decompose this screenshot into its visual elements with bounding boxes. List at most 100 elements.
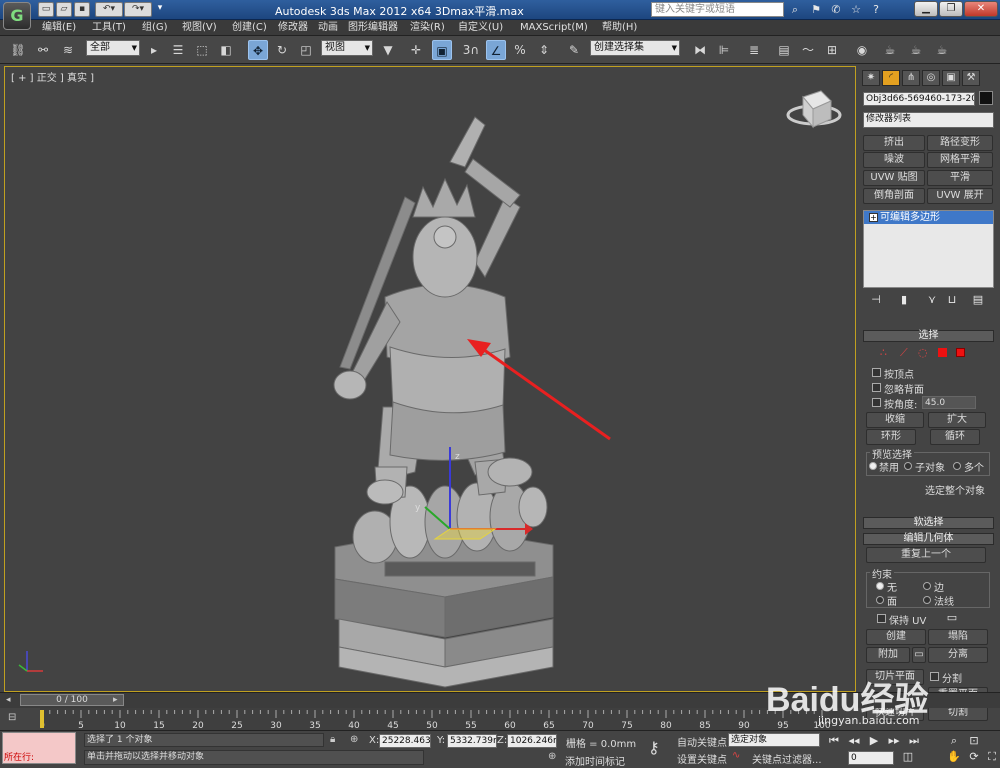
unlink-icon[interactable]: ⚯ [33, 40, 53, 60]
meshsmooth-button[interactable]: 网格平滑 [927, 152, 993, 168]
remove-modifier-icon[interactable]: ⊔ [944, 292, 960, 307]
split-checkbox[interactable] [930, 672, 939, 681]
select-by-name-icon[interactable]: ☰ [168, 40, 188, 60]
stack-item-editable-poly[interactable]: 可编辑多边形 [864, 211, 993, 224]
absolute-mode-icon[interactable]: ⊕ [350, 734, 358, 745]
render-production-icon[interactable]: ☕ [932, 40, 952, 60]
help-icon[interactable]: ? [868, 2, 884, 17]
keyboard-shortcut-toggle-icon[interactable]: ▣ [432, 40, 452, 60]
viewport-perspective[interactable]: [ + ] 正交 ] 真实 ] z y [4, 66, 856, 692]
lock-selection-icon[interactable]: 🔒︎ [330, 734, 335, 745]
menu-tools[interactable]: 工具(T) [92, 20, 126, 36]
path-deform-button[interactable]: 路径变形 [927, 135, 993, 151]
noise-button[interactable]: 噪波 [863, 152, 925, 168]
named-selection-dropdown[interactable]: 创建选择集 [590, 40, 680, 56]
align-icon[interactable]: ⊫ [714, 40, 734, 60]
restore-button[interactable]: ❐ [939, 1, 963, 17]
attach-settings-icon[interactable]: ▭ [912, 647, 926, 663]
edit-geometry-rollout[interactable]: 编辑几何体 [863, 533, 994, 545]
utilities-tab-icon[interactable]: ⚒ [962, 70, 980, 86]
pivot-center-icon[interactable]: ▼ [378, 40, 398, 60]
edit-named-selection-icon[interactable]: ✎ [564, 40, 584, 60]
prev-frame-icon[interactable]: ◂◂ [846, 733, 862, 748]
preview-disabled-radio[interactable] [869, 462, 877, 470]
render-setup-icon[interactable]: ☕ [880, 40, 900, 60]
menu-maxscript[interactable]: MAXScript(M) [520, 20, 588, 36]
subobject-border-icon[interactable]: ◌ [918, 346, 928, 359]
soft-selection-rollout[interactable]: 软选择 [863, 517, 994, 529]
unwrap-uvw-button[interactable]: UVW 展开 [927, 188, 993, 204]
menu-rendering[interactable]: 渲染(R) [410, 20, 445, 36]
menu-modifiers[interactable]: 修改器 [278, 20, 308, 36]
modifier-list-dropdown[interactable]: 修改器列表 [863, 112, 994, 128]
maximize-viewport-icon[interactable]: ⛶ [984, 749, 1000, 764]
undo-icon[interactable]: ↶▾ [95, 2, 123, 17]
bevel-profile-button[interactable]: 倒角剖面 [863, 188, 925, 204]
rendered-frame-icon[interactable]: ☕ [906, 40, 926, 60]
subobject-polygon-icon[interactable] [938, 348, 947, 357]
track-bar-toggle-icon[interactable]: ⊟ [8, 712, 30, 726]
selection-rollout[interactable]: 选择 [863, 330, 994, 342]
make-unique-icon[interactable]: ⋎ [924, 292, 940, 307]
constraint-none-radio[interactable] [876, 582, 884, 590]
select-object-icon[interactable]: ▸ [144, 40, 164, 60]
constraint-normal-radio[interactable] [923, 596, 931, 604]
rectangular-selection-icon[interactable]: ⬚ [192, 40, 212, 60]
menu-graph-editors[interactable]: 图形编辑器 [348, 20, 398, 36]
angle-value-field[interactable]: 45.0 [922, 396, 976, 409]
select-and-move-icon[interactable]: ✥ [248, 40, 268, 60]
detach-button[interactable]: 分离 [928, 647, 988, 663]
hierarchy-tab-icon[interactable]: ⋔ [902, 70, 920, 86]
menu-customize[interactable]: 自定义(U) [458, 20, 503, 36]
constraint-face-radio[interactable] [876, 596, 884, 604]
key-mode-dropdown[interactable]: 选定对象 [728, 733, 820, 747]
display-tab-icon[interactable]: ▣ [942, 70, 960, 86]
subscription-icon[interactable]: ⚑ [808, 2, 824, 17]
link-icon[interactable]: ⛓ [8, 40, 28, 60]
pin-stack-icon[interactable]: ⊣ [868, 292, 884, 307]
preview-multi-radio[interactable] [953, 462, 961, 470]
subobject-element-icon[interactable] [956, 348, 965, 357]
selection-filter-dropdown[interactable]: 全部 [86, 40, 140, 56]
play-icon[interactable]: ▶ [866, 733, 882, 748]
object-color-swatch[interactable] [979, 91, 993, 105]
manipulate-icon[interactable]: ✛ [406, 40, 426, 60]
communication-icon[interactable]: ✆ [828, 2, 844, 17]
percent-snap-icon[interactable]: % [510, 40, 530, 60]
current-frame-marker[interactable] [40, 710, 44, 728]
by-vertex-checkbox[interactable] [872, 368, 881, 377]
material-editor-icon[interactable]: ◉ [852, 40, 872, 60]
menu-animation[interactable]: 动画 [318, 20, 338, 36]
customize-quick-access-icon[interactable]: ▾ [155, 2, 165, 17]
time-next-icon[interactable]: ▸ [113, 694, 123, 706]
set-keys-key-icon[interactable]: ⚷ [648, 738, 660, 757]
attach-button[interactable]: 附加 [866, 647, 910, 663]
reference-coordinate-dropdown[interactable]: 视图 [321, 40, 373, 56]
time-config-icon[interactable]: ◫ [900, 749, 916, 764]
orbit-icon[interactable]: ⟳ [966, 749, 982, 764]
expand-icon[interactable]: + [869, 213, 878, 222]
by-angle-checkbox[interactable] [872, 398, 881, 407]
angle-snap-icon[interactable]: ∠ [486, 40, 506, 60]
viewcube-icon[interactable] [786, 90, 842, 129]
app-logo-icon[interactable]: G [3, 2, 31, 30]
search-input[interactable]: 键入关键字或短语 [651, 2, 784, 17]
spinner-snap-icon[interactable]: ⇕ [534, 40, 554, 60]
uvw-map-button[interactable]: UVW 贴图 [863, 170, 925, 186]
zoom-extents-icon[interactable]: ⊡ [966, 733, 982, 748]
configure-modifier-sets-icon[interactable]: ▤ [970, 292, 986, 307]
collapse-button[interactable]: 塌陷 [928, 629, 988, 645]
menu-edit[interactable]: 编辑(E) [42, 20, 76, 36]
go-to-end-icon[interactable]: ⏭ [906, 733, 922, 748]
menu-create[interactable]: 创建(C) [232, 20, 267, 36]
extrude-button[interactable]: 挤出 [863, 135, 925, 151]
select-and-scale-icon[interactable]: ◰ [296, 40, 316, 60]
statue-model[interactable] [333, 116, 554, 688]
mirror-icon[interactable]: ⧓ [690, 40, 710, 60]
redo-icon[interactable]: ↷▾ [124, 2, 152, 17]
x-coord-field[interactable]: 25228.463 [379, 734, 431, 748]
z-coord-field[interactable]: 1026.246m [507, 734, 557, 748]
ignore-backfacing-checkbox[interactable] [872, 383, 881, 392]
zoom-icon[interactable]: ⌕ [946, 733, 962, 748]
curve-editor-icon[interactable]: 〜 [798, 40, 818, 60]
